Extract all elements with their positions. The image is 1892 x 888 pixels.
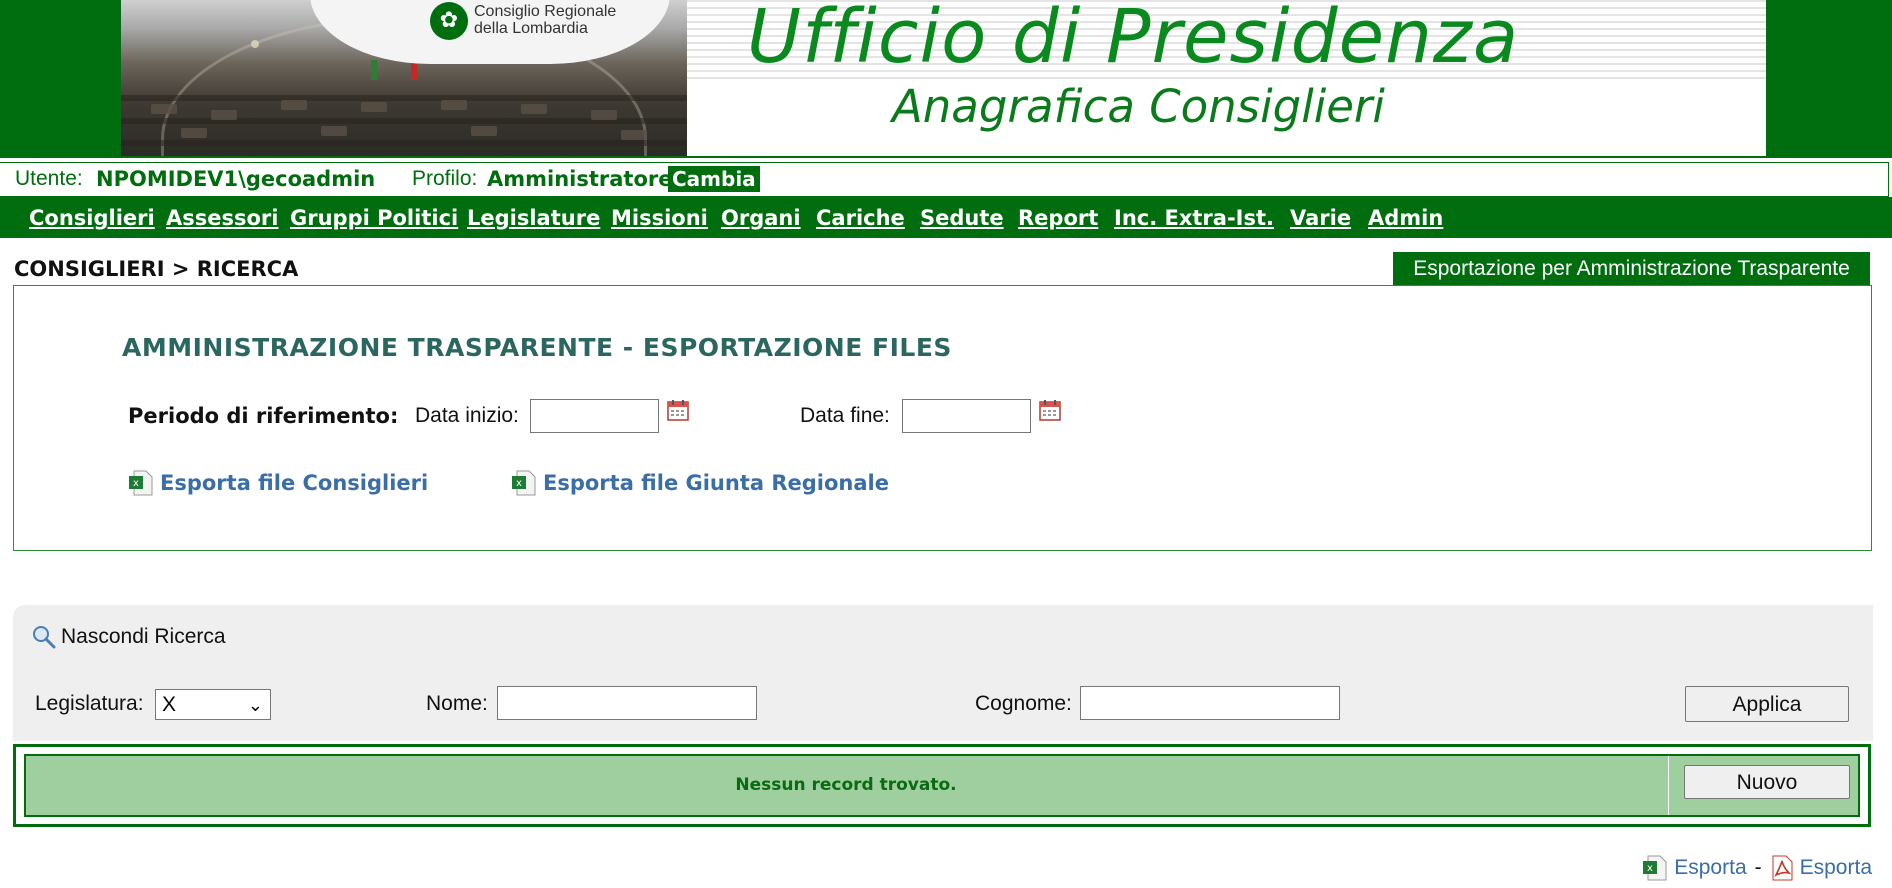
logo-text: Consiglio Regionale della Lombardia	[474, 3, 617, 37]
excel-file-icon: x	[512, 470, 536, 496]
nome-label: Nome:	[426, 692, 488, 715]
legislatura-select[interactable]: X ⌄	[155, 689, 271, 720]
footer-separator: -	[1754, 856, 1762, 879]
tab-amministrazione-trasparente[interactable]: Esportazione per Amministrazione Traspar…	[1393, 252, 1870, 285]
profile-label: Profilo:	[412, 167, 478, 190]
new-record-button[interactable]: Nuovo	[1684, 765, 1850, 799]
period-label: Periodo di riferimento:	[128, 404, 399, 428]
legislatura-selected-value: X	[162, 693, 177, 716]
svg-text:x: x	[133, 478, 139, 489]
apply-button[interactable]: Applica	[1685, 686, 1849, 722]
search-panel: Nascondi Ricerca Legislatura: X ⌄ Nome: …	[13, 605, 1873, 741]
nav-item-admin[interactable]: Admin	[1368, 206, 1443, 230]
nav-item-gruppi-politici[interactable]: Gruppi Politici	[290, 206, 458, 230]
export-consiglieri-link[interactable]: x Esporta file Consiglieri	[128, 470, 428, 496]
start-date-input[interactable]	[530, 399, 659, 433]
export-pdf-link[interactable]: Esporta	[1770, 855, 1872, 881]
nav-item-cariche[interactable]: Cariche	[816, 206, 905, 230]
pdf-file-icon	[1772, 855, 1793, 881]
main-nav: Consiglieri Assessori Gruppi Politici Le…	[0, 197, 1892, 238]
nome-input[interactable]	[497, 686, 757, 720]
export-panel: AMMINISTRAZIONE TRASPARENTE - ESPORTAZIO…	[13, 285, 1872, 551]
footer-export-links: x Esporta - Esporta	[1642, 855, 1872, 881]
change-profile-button[interactable]: Cambia	[668, 166, 760, 192]
calendar-icon[interactable]	[1039, 399, 1061, 421]
excel-file-icon: x	[129, 470, 153, 496]
user-label: Utente:	[15, 167, 83, 190]
nav-item-report[interactable]: Report	[1018, 206, 1098, 230]
export-excel-label: Esporta	[1674, 856, 1747, 879]
search-icon	[33, 626, 56, 649]
svg-text:x: x	[516, 478, 522, 489]
breadcrumb: CONSIGLIERI > RICERCA	[14, 257, 299, 281]
divider	[1668, 756, 1669, 815]
calendar-icon[interactable]	[667, 399, 689, 421]
banner-title-area: Ufficio di Presidenza Anagrafica Consigl…	[687, 0, 1766, 156]
legislatura-label: Legislatura:	[35, 692, 144, 715]
user-bar: Utente: NPOMIDEV1\gecoadmin Profilo: Amm…	[0, 162, 1889, 197]
cognome-input[interactable]	[1080, 686, 1340, 720]
export-giunta-label: Esporta file Giunta Regionale	[543, 471, 889, 495]
toggle-search-button[interactable]: Nascondi Ricerca	[31, 624, 226, 650]
profile-value: Amministratore	[487, 167, 673, 191]
nav-item-varie[interactable]: Varie	[1290, 206, 1351, 230]
cognome-label: Cognome:	[975, 692, 1072, 715]
nav-item-sedute[interactable]: Sedute	[920, 206, 1004, 230]
nav-item-assessori[interactable]: Assessori	[166, 206, 278, 230]
end-date-label: Data fine:	[800, 404, 890, 427]
excel-file-icon: x	[1643, 855, 1667, 881]
nav-item-missioni[interactable]: Missioni	[611, 206, 708, 230]
nav-item-legislature[interactable]: Legislature	[467, 206, 600, 230]
no-records-message: Nessun record trovato.	[735, 775, 957, 795]
toggle-search-label: Nascondi Ricerca	[61, 625, 226, 648]
nav-item-organi[interactable]: Organi	[721, 206, 801, 230]
export-panel-title: AMMINISTRAZIONE TRASPARENTE - ESPORTAZIO…	[122, 333, 952, 362]
results-empty-row: Nessun record trovato. Nuovo	[24, 754, 1860, 817]
nav-item-inc-extra-ist[interactable]: Inc. Extra-Ist.	[1114, 206, 1274, 230]
banner-title: Ufficio di Presidenza	[747, 0, 1520, 80]
user-value: NPOMIDEV1\gecoadmin	[96, 167, 376, 191]
header-banner: ✿ Consiglio Regionale della Lombardia Uf…	[0, 0, 1892, 158]
export-consiglieri-label: Esporta file Consiglieri	[160, 471, 429, 495]
export-pdf-label: Esporta	[1799, 856, 1872, 879]
results-grid: Nessun record trovato. Nuovo	[13, 744, 1871, 827]
end-date-input[interactable]	[902, 399, 1031, 433]
banner-subtitle: Anagrafica Consiglieri	[892, 80, 1385, 133]
export-excel-link[interactable]: x Esporta	[1642, 855, 1747, 881]
export-giunta-link[interactable]: x Esporta file Giunta Regionale	[511, 470, 889, 496]
nav-item-consiglieri[interactable]: Consiglieri	[29, 206, 155, 230]
start-date-label: Data inizio:	[415, 404, 519, 427]
chevron-down-icon: ⌄	[247, 695, 263, 715]
regional-council-logo-icon: ✿	[430, 2, 468, 40]
svg-text:x: x	[1647, 863, 1653, 874]
